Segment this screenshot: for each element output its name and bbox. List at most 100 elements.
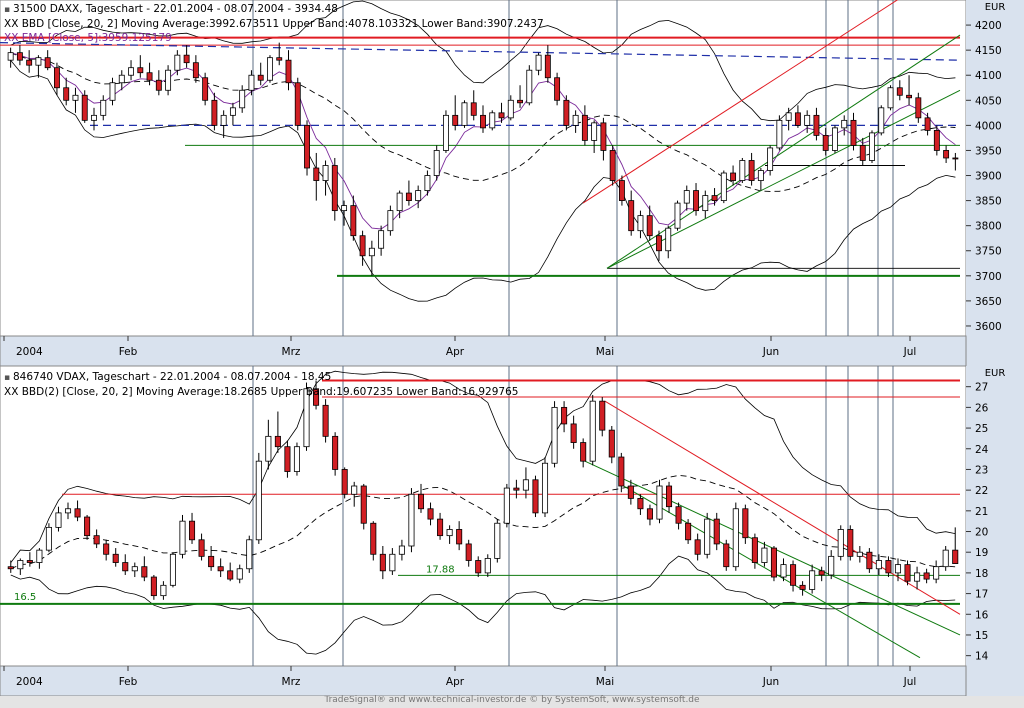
candle-body	[72, 94, 79, 101]
x-tick-label: Mrz	[282, 346, 301, 358]
candle-body	[794, 112, 801, 126]
candle-body	[248, 74, 255, 91]
candle-body	[103, 543, 110, 555]
candle-body	[757, 170, 764, 181]
x-tick-label: Feb	[119, 676, 138, 688]
candle-body	[322, 404, 329, 437]
candle-body	[415, 190, 422, 201]
candle-body	[894, 564, 902, 574]
candle-body	[554, 77, 561, 101]
candle-body	[480, 114, 486, 129]
daxx-chart-svg: EUR 3600 3650 3700 3750 3800 3850 3900 3950 4000 4…	[0, 0, 1024, 366]
candle-body	[608, 429, 615, 458]
chart-series-icon: ▪	[4, 5, 11, 15]
candle-body	[424, 175, 431, 191]
candle-body	[904, 564, 911, 582]
candle-body	[475, 560, 482, 574]
candle-body	[711, 195, 718, 201]
candle-body	[675, 506, 682, 524]
candle-body	[856, 551, 863, 557]
y-tick-label: 17	[975, 589, 988, 601]
x-tick-label: Feb	[119, 346, 138, 358]
y-tick-label: 24	[975, 444, 989, 456]
candle-body	[896, 87, 903, 96]
candle-body	[489, 112, 496, 129]
candle-body	[665, 227, 672, 252]
annotation-label: 16.5	[14, 592, 36, 603]
y-tick-label: 15	[975, 630, 988, 642]
candle-body	[600, 122, 607, 151]
x-tick-label: Jun	[762, 346, 779, 358]
y-tick-label: 3950	[975, 145, 1002, 157]
candle-body	[55, 512, 62, 528]
candle-body	[465, 543, 472, 561]
candle-body	[683, 190, 690, 204]
x-tick-label: Mai	[596, 346, 614, 358]
candle-body	[387, 210, 394, 232]
time-axis	[0, 335, 967, 366]
y-tick-label: 3900	[975, 171, 1002, 183]
y-tick-label: 3850	[975, 196, 1002, 208]
candle-body	[452, 114, 459, 126]
x-tick-label: 2004	[16, 676, 43, 688]
candle-body	[869, 132, 875, 161]
candle-body	[544, 54, 551, 79]
candle-body	[433, 150, 440, 176]
footer-credit: TradeSignal® and www.technical-investor.…	[324, 695, 700, 705]
candle-body	[570, 423, 577, 443]
candle-body	[174, 54, 181, 71]
candle-body	[541, 462, 549, 514]
x-tick-label: Apr	[446, 676, 465, 688]
candle-body	[666, 485, 673, 508]
candle-body	[503, 487, 510, 524]
x-tick-label: 2004	[16, 346, 43, 358]
daxx-title: 31500 DAXX, Tageschart - 22.01.2004 - 08…	[13, 3, 338, 15]
candle-body	[81, 94, 88, 121]
candle-body	[906, 94, 913, 99]
candle-body	[7, 566, 14, 570]
candle-body	[169, 553, 176, 586]
candle-body	[211, 99, 218, 126]
y-tick-label: 27	[975, 382, 988, 394]
candle-body	[155, 79, 162, 91]
candle-body	[379, 553, 386, 572]
candle-body	[398, 545, 405, 555]
candle-body	[36, 549, 43, 563]
candle-body	[53, 67, 60, 89]
candle-body	[45, 526, 52, 551]
candle-body	[952, 157, 959, 160]
candle-body	[832, 127, 838, 151]
candle-body	[17, 560, 24, 570]
candle-body	[742, 508, 749, 539]
candle-body	[923, 572, 930, 580]
candle-body	[685, 522, 692, 541]
candle-body	[359, 235, 366, 257]
currency-label: EUR	[985, 2, 1006, 13]
candle-body	[732, 508, 739, 568]
candle-body	[785, 112, 792, 121]
daxx-legend: ▪ 31500 DAXX, Tageschart - 22.01.2004 - 0…	[4, 2, 544, 45]
candle-body	[461, 102, 468, 126]
candle-body	[239, 89, 246, 109]
candle-body	[720, 172, 727, 201]
candle-body	[150, 576, 157, 597]
candle-body	[284, 446, 291, 472]
candle-body	[572, 114, 579, 126]
candle-body	[456, 529, 463, 545]
candle-body	[780, 564, 787, 578]
candle-body	[915, 97, 922, 119]
candle-body	[828, 555, 835, 576]
candle-body	[674, 202, 681, 229]
candle-body	[274, 435, 281, 448]
candle-body	[341, 205, 348, 212]
candle-body	[396, 192, 403, 212]
candle-body	[885, 560, 892, 574]
candle-body	[850, 119, 857, 146]
candle-body	[942, 549, 949, 568]
candle-body	[267, 57, 273, 81]
candle-body	[532, 479, 539, 514]
y-tick-label: 4100	[975, 70, 1002, 82]
candle-body	[437, 518, 444, 537]
candle-body	[776, 119, 783, 149]
candle-body	[405, 192, 412, 201]
